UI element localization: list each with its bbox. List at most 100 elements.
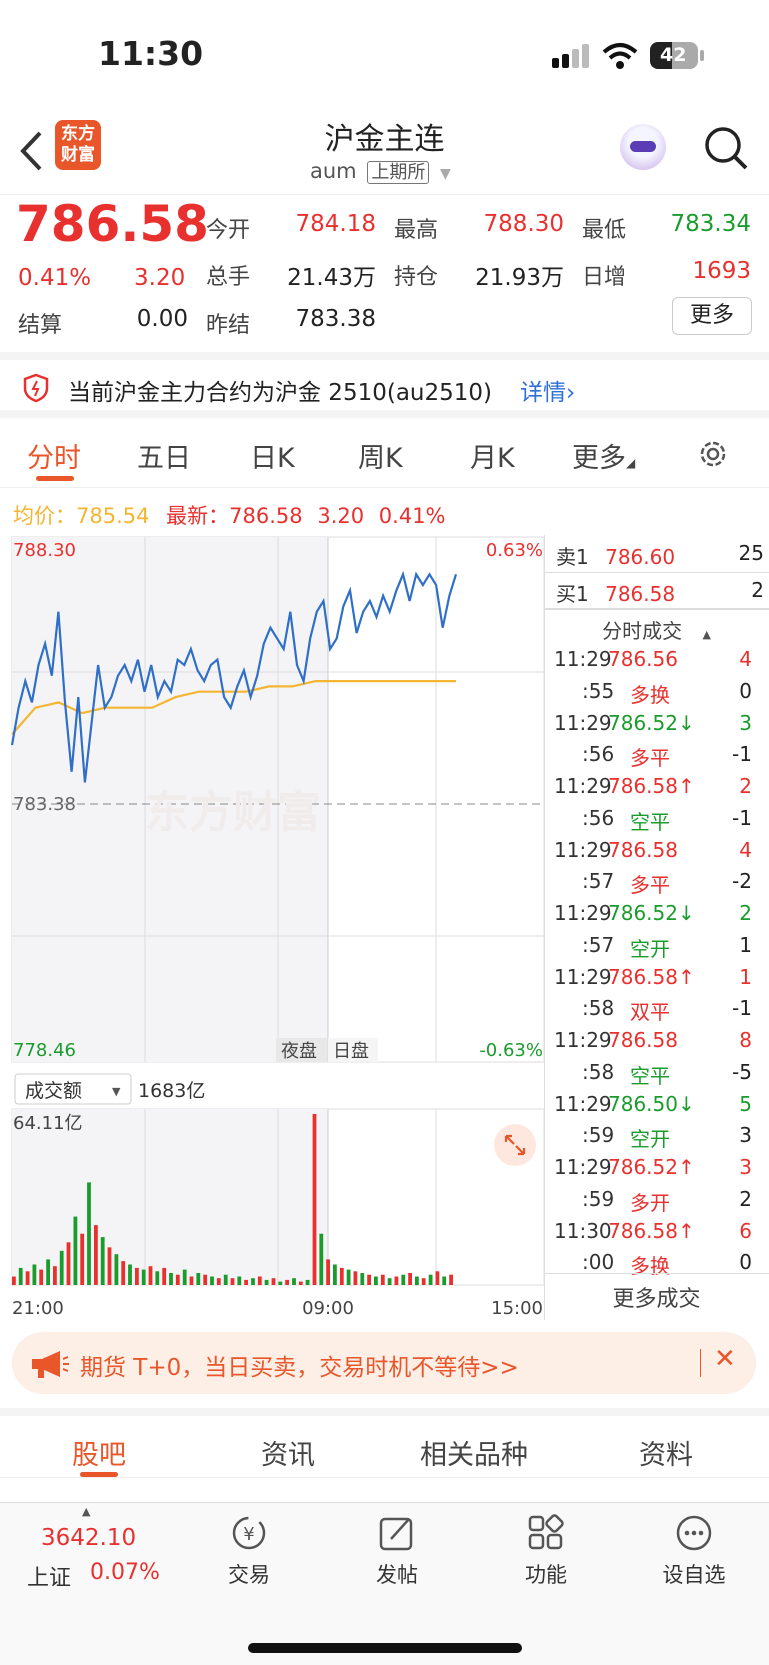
trade-price: 786.50↓ (608, 1091, 695, 1116)
high-label: 最高 (394, 218, 439, 243)
nav-functions[interactable]: 功能 (496, 1513, 596, 1589)
trade-price: 786.58↑ (608, 1218, 695, 1243)
last-price: 786.58 (16, 195, 209, 253)
tab-five-day[interactable]: 五日 (137, 436, 191, 475)
volume-bar (66, 1242, 71, 1286)
volume-label: 总手 (206, 265, 251, 290)
sell-row: 卖1 786.60 25 (556, 541, 764, 570)
more-trades-button[interactable]: 更多成交 (544, 1281, 769, 1313)
volume-bar (326, 1259, 330, 1285)
tab-news[interactable]: 资讯 (261, 1433, 315, 1472)
robot-assistant-icon[interactable] (620, 124, 666, 170)
tab-forum[interactable]: 股吧 (72, 1433, 126, 1472)
change-pct: 0.41% (18, 265, 92, 291)
trade-time: 11:29 (554, 1155, 612, 1179)
nav-watchlist[interactable]: 设自选 (644, 1513, 744, 1589)
volume-bar (196, 1273, 201, 1285)
volume-bar (298, 1281, 303, 1285)
tab-monthly-k[interactable]: 月K (470, 436, 515, 475)
trade-type: 空开 (630, 936, 670, 961)
trade-oi-delta: -1 (732, 742, 752, 767)
volume-selector[interactable]: 成交额 (25, 1080, 82, 1102)
settle-label: 结算 (18, 313, 63, 338)
caret-up-icon: ▲ (702, 628, 711, 641)
tab-profile[interactable]: 资料 (639, 1433, 693, 1472)
buy-row: 买1 786.58 2 (556, 578, 764, 607)
volume-bar (100, 1237, 105, 1285)
volume-bar (442, 1276, 447, 1286)
trade-type: 多换 (630, 1254, 670, 1279)
volume-bar (80, 1233, 85, 1285)
notice-bar[interactable]: 当前沪金主力合约为沪金 2510(au2510) 详情› (0, 352, 769, 418)
avg-value: 785.54 (76, 504, 150, 528)
volume-bar (216, 1278, 221, 1285)
tab-weekly-k[interactable]: 周K (358, 436, 403, 475)
tab-daily-k[interactable]: 日K (250, 436, 295, 475)
promo-banner[interactable]: 期货 T+0，当日买卖，交易时机不等待>> ✕ (12, 1332, 756, 1394)
index-name: 上证 (27, 1566, 72, 1591)
volume-bar (53, 1266, 57, 1285)
settle-value: 0.00 (136, 306, 188, 332)
tab-intraday[interactable]: 分时 (27, 436, 81, 475)
nav-post[interactable]: 发帖 (347, 1513, 447, 1589)
volume-bar (380, 1274, 385, 1285)
gear-icon[interactable] (697, 438, 729, 470)
dropdown-caret-icon: ▼ (112, 1085, 121, 1098)
volume-bar (135, 1267, 139, 1285)
volume-bar (237, 1276, 242, 1286)
trade-seconds: :57 (582, 869, 615, 894)
nav-trade[interactable]: ¥ 交易 (199, 1513, 299, 1589)
trade-row: 11:29 786.52↑ 3 (544, 1151, 766, 1183)
contract-symbol: aum (310, 159, 357, 183)
volume-bar (346, 1269, 351, 1285)
panel-divider (544, 535, 545, 1320)
trade-row: 11:29 786.50↓ 5 (544, 1088, 766, 1120)
tab-more[interactable]: 更多◢ (572, 436, 635, 475)
chevron-down-icon: ▼ (440, 166, 451, 182)
notice-link[interactable]: 详情› (520, 373, 575, 407)
volume-bar (94, 1225, 98, 1285)
x-label-end: 15:00 (491, 1298, 543, 1319)
volume-bar (114, 1254, 119, 1285)
notice-text: 当前沪金主力合约为沪金 2510(au2510) (68, 380, 492, 406)
nav-post-label: 发帖 (376, 1563, 418, 1587)
trade-price: 786.52↑ (608, 1155, 695, 1179)
close-icon[interactable]: ✕ (714, 1344, 736, 1374)
trade-seconds: :55 (582, 678, 615, 703)
volume-bar (39, 1269, 44, 1285)
low-label: 最低 (582, 218, 627, 243)
trade-subrow: :55 多换 0 (544, 675, 766, 707)
intraday-chart[interactable]: 东方财富 788.30 778.46 783.38 0.63% -0.63% 夜… (0, 532, 545, 1325)
prev-settle-value: 783.38 (295, 306, 376, 332)
exchange-badge: 上期所 (367, 161, 430, 184)
trade-oi-delta: 2 (739, 1186, 752, 1211)
search-icon[interactable] (703, 125, 749, 171)
divider (544, 572, 769, 573)
volume-bar (121, 1261, 126, 1285)
divider (544, 608, 769, 610)
volume-bar (333, 1264, 337, 1285)
signal-icon (552, 44, 592, 70)
quote-panel: 786.58 0.41% 3.20 结算 0.00 今开 784.18 最高 7… (0, 194, 769, 350)
trade-oi-delta: -2 (732, 869, 752, 894)
trade-price: 786.58↑ (608, 964, 695, 989)
trade-oi-delta: -1 (732, 805, 752, 830)
tab-forum-indicator (80, 1472, 118, 1477)
wifi-icon (602, 43, 638, 69)
divider (544, 1273, 769, 1274)
volume-bar (319, 1233, 324, 1285)
volume-bar (18, 1267, 23, 1285)
trade-volume: 2 (739, 774, 752, 798)
expand-icon[interactable] (494, 1124, 536, 1166)
trades-title[interactable]: 分时成交 ▲ (544, 615, 769, 644)
index-value[interactable]: 3642.10 (41, 1525, 136, 1551)
trade-seconds: :56 (582, 742, 615, 767)
y-min-label: 778.46 (13, 1040, 76, 1061)
volume-bar (415, 1276, 419, 1286)
shield-alert-icon (23, 373, 49, 403)
contract-code[interactable]: aum 上期所 ▼ (310, 158, 451, 184)
more-button[interactable]: 更多 (672, 297, 752, 335)
tab-related[interactable]: 相关品种 (420, 1433, 528, 1472)
status-time: 11:30 (98, 34, 204, 73)
volume-bar (408, 1273, 412, 1285)
